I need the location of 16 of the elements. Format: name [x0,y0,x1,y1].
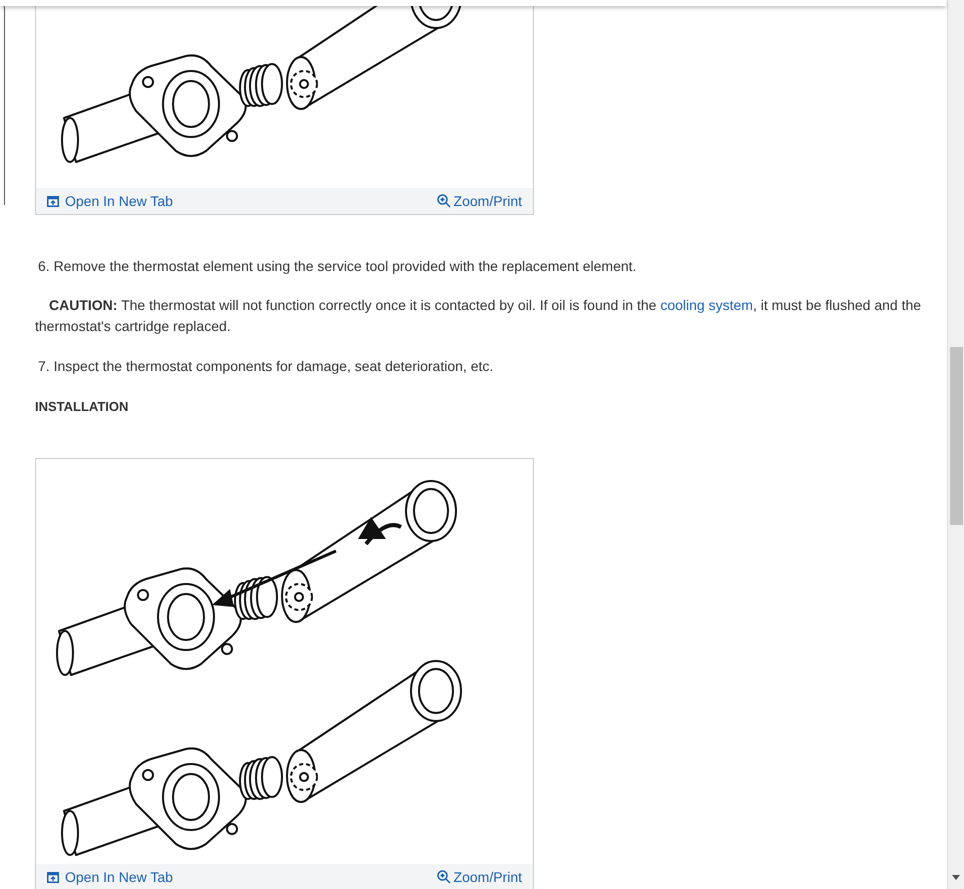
zoom-icon [436,870,451,884]
zoom-icon [436,194,451,208]
new-tab-icon [47,872,59,882]
new-tab-icon [47,196,59,206]
scrollbar-track[interactable] [947,0,964,889]
open-in-new-tab-link[interactable]: Open In New Tab [47,866,173,888]
scroll-down-icon[interactable] [952,875,960,880]
open-in-new-tab-link[interactable]: Open In New Tab [47,190,173,212]
section-heading: INSTALLATION [35,398,130,416]
zoom-print-link[interactable]: Zoom/Print [436,190,522,212]
scrollbar-thumb[interactable] [950,347,963,525]
zoom-print-link[interactable]: Zoom/Print [436,866,522,888]
caution-text: CAUTION: The thermostat will not function correctly once it is contacted by oil. If oil is found in the cooling system, it must be flushed and the thermostat's cartridge replaced. [35,296,922,336]
step-text: 7. Inspect the thermostat components for damage, seat deterioration, etc. [37,357,494,376]
cooling-system-link[interactable]: cooling system [660,297,753,313]
step-text: 6. Remove the thermostat element using the service tool provided with the replacement element. [37,257,638,276]
